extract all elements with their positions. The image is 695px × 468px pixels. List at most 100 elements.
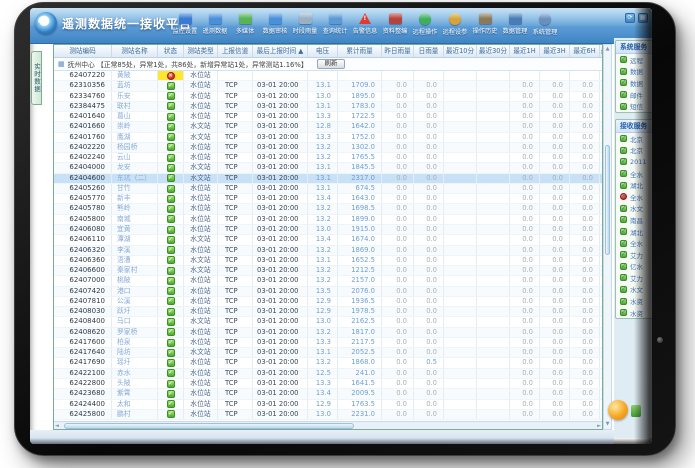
column-header-3[interactable]: 状态: [158, 45, 184, 57]
vertical-scroll-thumb[interactable]: [605, 145, 610, 255]
panel-service-item[interactable]: ✓邮件: [616, 89, 652, 101]
table-row[interactable]: 62404600东坑（二）✓水文站TCP03-01 20:0013.12317.…: [54, 174, 602, 184]
column-header-8[interactable]: 累计雨量: [338, 45, 382, 57]
table-row[interactable]: 62384475联村✓水位站TCP03-01 20:0013.11783.00.…: [54, 102, 602, 112]
table-row[interactable]: 62408620罗家桥✓水位站TCP03-01 20:0013.21817.00…: [54, 328, 602, 338]
grid-icon[interactable]: ▦: [638, 13, 648, 23]
table-row[interactable]: 62407810公溪✓水位站TCP03-01 20:0012.91936.50.…: [54, 297, 602, 307]
table-row[interactable]: 62406080宜黄✓水位站TCP03-01 20:0013.01915.00.…: [54, 225, 602, 235]
table-row[interactable]: 62405800南城✓水位站TCP03-01 20:0013.21899.00.…: [54, 215, 602, 225]
horizontal-scroll-thumb[interactable]: [64, 423, 354, 429]
table-row[interactable]: 62422800头陂✓水位站TCP03-01 20:0013.31641.50.…: [54, 379, 602, 389]
cell-time: 03-01 20:00: [253, 184, 308, 193]
toolbar-item-数据管理[interactable]: 数据管理: [500, 11, 530, 36]
table-row[interactable]: 62408400马口✓水文站TCP03-01 20:0013.02162.50.…: [54, 317, 602, 327]
table-row[interactable]: 62310356蓝坊✓水位站TCP03-01 20:0013.11709.00.…: [54, 81, 602, 91]
cell-total_rain: 1722.5: [338, 112, 382, 121]
scroll-down-arrow-icon[interactable]: ▼: [604, 420, 611, 429]
panel-service-item[interactable]: ✓2011: [616, 156, 652, 168]
column-header-9[interactable]: 昨日雨量: [382, 45, 414, 57]
panel-service-item[interactable]: ✓短信: [616, 100, 652, 112]
panel-service-item[interactable]: ✓艾力: [616, 272, 652, 284]
toolbar-item-时段雨量[interactable]: 时段雨量: [290, 11, 320, 36]
panel-service-item[interactable]: ✓北京: [616, 145, 652, 157]
toolbar-item-告警信息[interactable]: 告警信息: [350, 11, 380, 36]
column-header-7[interactable]: 电压: [308, 45, 338, 57]
panel-service-item[interactable]: ✓湖北: [616, 179, 652, 191]
toolbar-item-远程设参[interactable]: 远程设参: [440, 11, 470, 36]
panel-service-item[interactable]: ✓水文: [616, 284, 652, 296]
column-header-12[interactable]: 最近30分: [477, 45, 510, 57]
table-row[interactable]: 62405260甘竹✓水位站TCP03-01 20:0013.1674.50.0…: [54, 184, 602, 194]
table-row[interactable]: 62407000桃陂✓水位站TCP03-01 20:0013.22157.00.…: [54, 276, 602, 286]
vertical-scrollbar[interactable]: ▲ ▼: [603, 44, 612, 430]
toolbar-item-远程操作[interactable]: 远程操作: [410, 11, 440, 36]
cell-code: 62401760: [54, 133, 112, 142]
table-row[interactable]: 62417690瑶圩✓水位站TCP03-01 20:0013.21868.00.…: [54, 358, 602, 368]
column-header-1[interactable]: 测站编码: [54, 45, 112, 57]
table-row[interactable]: 62423680紫霄✓水位站TCP03-01 20:0013.42009.50.…: [54, 389, 602, 399]
table-row[interactable]: 62417640陆坊✓水文站TCP03-01 20:0013.12052.50.…: [54, 348, 602, 358]
panel-service-item[interactable]: ✓全水: [616, 237, 652, 249]
table-row[interactable]: 62406600秦家村✓水文站TCP03-01 20:0013.21212.50…: [54, 266, 602, 276]
panel-service-item[interactable]: ✓全水: [616, 168, 652, 180]
panel-service-item[interactable]: ✓数据: [616, 66, 652, 78]
panel-service-item[interactable]: ✓南昌: [616, 214, 652, 226]
table-row[interactable]: 62417600柏泉✓水位站TCP03-01 20:0013.32117.50.…: [54, 338, 602, 348]
column-header-5[interactable]: 上报信道: [218, 45, 253, 57]
column-header-15[interactable]: 最近6H: [570, 45, 600, 57]
cell-total_rain: 2052.5: [338, 348, 382, 357]
table-row[interactable]: 62407420港口✓水位站TCP03-01 20:0013.52076.00.…: [54, 287, 602, 297]
panel-service-item[interactable]: ✓北京: [616, 133, 652, 145]
table-row[interactable]: 62404000龙安✓水文站TCP03-01 20:0013.11845.50.…: [54, 163, 602, 173]
scroll-left-arrow-icon[interactable]: ◄: [55, 422, 59, 430]
toolbar-item-系统管理[interactable]: 系统管理: [530, 11, 560, 36]
panel-service-item[interactable]: ✓远程: [616, 54, 652, 66]
toolbar-item-数据审核[interactable]: 数据审核: [260, 11, 290, 36]
column-header-10[interactable]: 日雨量: [414, 45, 444, 57]
toolbar-item-遥测数据[interactable]: 遥测数据: [200, 11, 230, 36]
table-row[interactable]: 62334760乐安✓水位站TCP03-01 20:0013.01895.00.…: [54, 92, 602, 102]
toolbar-item-查询统计[interactable]: 查询统计: [320, 11, 350, 36]
table-row[interactable]: 62401640葛山✓水位站TCP03-01 20:0013.31722.50.…: [54, 112, 602, 122]
table-row[interactable]: 62406360浯漕✓水文站TCP03-01 20:0013.11652.50.…: [54, 256, 602, 266]
table-row[interactable]: 62408030跃圩✓水位站TCP03-01 20:0012.91978.50.…: [54, 307, 602, 317]
table-row[interactable]: 62401760鹰湖✓水文站TCP03-01 20:0013.31752.00.…: [54, 133, 602, 143]
table-row[interactable]: 62401660崇岭✓水文站TCP03-01 20:0012.81642.00.…: [54, 122, 602, 132]
panel-service-item[interactable]: ✓亿水: [616, 261, 652, 273]
toolbar-item-多媒体[interactable]: 多媒体: [230, 11, 260, 36]
scroll-right-arrow-icon[interactable]: ►: [597, 422, 601, 430]
table-row[interactable]: 62425800鹏村✓水位站TCP03-01 20:0013.02231.00.…: [54, 410, 602, 420]
toolbar-item-资料整编[interactable]: 资料整编: [380, 11, 410, 36]
column-header-13[interactable]: 最近1H: [510, 45, 540, 57]
refresh-button[interactable]: 刷新: [317, 59, 346, 69]
horizontal-scrollbar[interactable]: ◄ ►: [54, 421, 602, 430]
toolbar-item-操作历史[interactable]: 操作历史: [470, 11, 500, 36]
table-row[interactable]: 62407220黄陂✕水位站: [54, 71, 602, 81]
toolbar-item-监控设置[interactable]: 监控设置: [170, 11, 200, 36]
panel-service-item[interactable]: ✓水文: [616, 203, 652, 215]
table-row[interactable]: 62406110潭湖✓水文站TCP03-01 20:0013.41674.00.…: [54, 235, 602, 245]
refresh-icon[interactable]: ⟳: [625, 13, 635, 23]
table-row[interactable]: 62402240云山✓水位站TCP03-01 20:0013.21765.50.…: [54, 153, 602, 163]
table-row[interactable]: 62422100赤水✓水位站TCP03-01 20:0012.5241.00.0…: [54, 369, 602, 379]
column-header-2[interactable]: 测站名称: [112, 45, 158, 57]
panel-service-item[interactable]: ✓湖北: [616, 226, 652, 238]
cell-rain_today: [600, 184, 602, 193]
table-row[interactable]: 62405770新丰✓水位站TCP03-01 20:0013.41643.00.…: [54, 194, 602, 204]
scroll-up-arrow-icon[interactable]: ▲: [604, 45, 611, 54]
table-row[interactable]: 62402220杨园桥✓水位站TCP03-01 20:0013.21302.00…: [54, 143, 602, 153]
panel-service-item[interactable]: ✕全水: [616, 191, 652, 203]
panel-service-item[interactable]: ✓水资: [616, 307, 652, 319]
panel-service-item[interactable]: ✓艾力: [616, 249, 652, 261]
panel-service-item[interactable]: ✓水资: [616, 295, 652, 307]
table-row[interactable]: 62406320李溪✓水位站TCP03-01 20:0013.21869.00.…: [54, 246, 602, 256]
column-header-4[interactable]: 测站类型: [184, 45, 218, 57]
table-row[interactable]: 62405780熊岭✓水位站TCP03-01 20:0013.21698.50.…: [54, 204, 602, 214]
realtime-data-tab[interactable]: 实时数据: [31, 51, 42, 105]
table-row[interactable]: 62424400太和✓水位站TCP03-01 20:0012.91763.50.…: [54, 400, 602, 410]
column-header-14[interactable]: 最近3H: [540, 45, 570, 57]
panel-service-item[interactable]: ✓数据: [616, 77, 652, 89]
column-header-6[interactable]: 最后上报时间 ▲: [253, 45, 308, 57]
column-header-11[interactable]: 最近10分: [444, 45, 477, 57]
